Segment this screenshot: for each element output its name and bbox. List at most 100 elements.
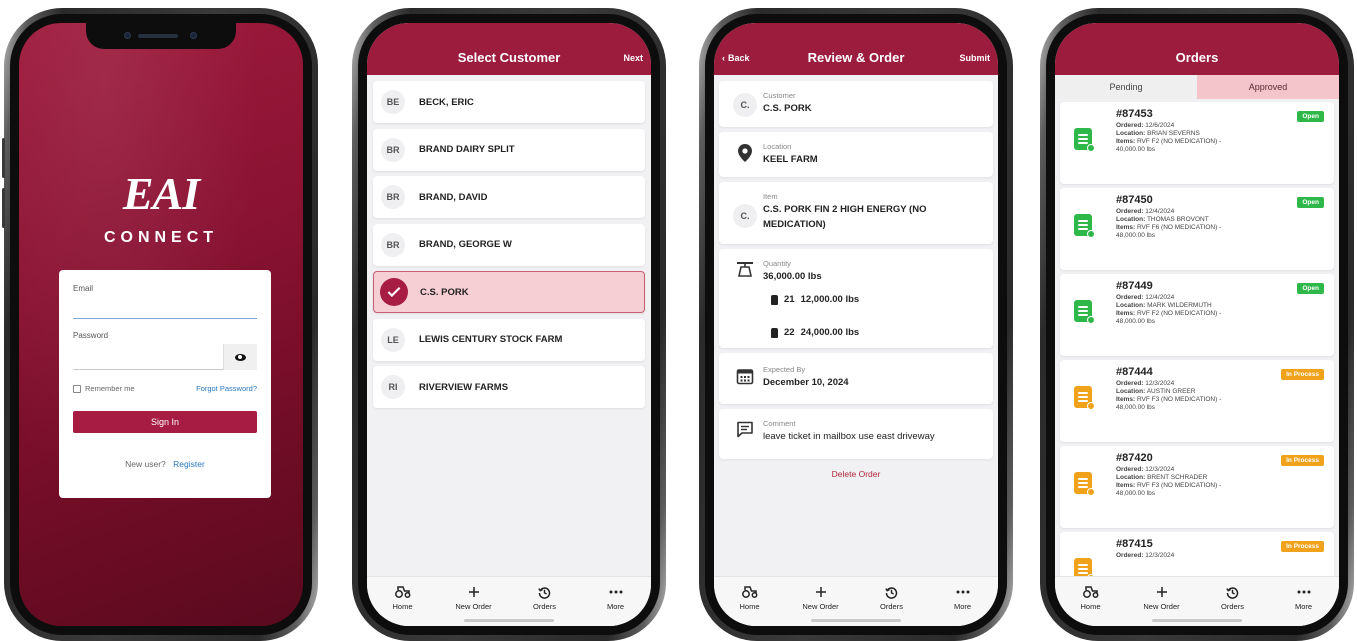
comment-card[interactable]: Comment leave ticket in mailbox use east…	[719, 409, 993, 459]
location-card[interactable]: Location KEEL FARM	[719, 132, 993, 178]
logo-text: EAI	[122, 168, 200, 219]
password-label: Password	[73, 331, 109, 340]
customer-row[interactable]: LE LEWIS CENTURY STOCK FARM	[373, 318, 645, 361]
order-items-key: Items:	[1116, 482, 1136, 490]
submit-button[interactable]: Submit	[960, 53, 991, 63]
nav-item-orders[interactable]: Orders	[1203, 585, 1263, 611]
logo-subtitle: CONNECT	[103, 229, 219, 246]
nav-item-orders[interactable]: Orders	[862, 585, 922, 611]
delete-order-button[interactable]: Delete Order	[719, 469, 993, 479]
order-date: Ordered: 12/4/2024	[1116, 294, 1326, 302]
nav-label: New Order	[1143, 602, 1180, 611]
phone-login: EAI CONNECT Email Password Remember me F…	[2, 8, 318, 641]
order-items-key: Items:	[1116, 396, 1136, 404]
email-field[interactable]	[73, 297, 257, 319]
tab-pending[interactable]: Pending	[1055, 75, 1197, 99]
customer-value: C.S. PORK	[763, 103, 812, 114]
nav-item-new-order[interactable]: New Order	[1132, 585, 1192, 611]
nav-label: New Order	[455, 602, 492, 611]
order-date-key: Ordered:	[1116, 466, 1144, 473]
order-location: Location: THOMAS BROVONT	[1116, 216, 1326, 224]
order-items-key: Items:	[1116, 310, 1136, 318]
customer-card[interactable]: C. Customer C.S. PORK	[719, 81, 993, 127]
select-customer-screen: Select Customer Next BE BECK, ERIC BR BRAND…	[367, 23, 651, 626]
plus-icon	[468, 585, 480, 599]
customer-row[interactable]: C.S. PORK	[373, 271, 645, 313]
nav-item-home[interactable]: Home	[1061, 585, 1121, 611]
nav-label: New Order	[802, 602, 839, 611]
expected-label: Expected By	[763, 365, 806, 374]
bin-row: 21 12,000.00 lbs	[771, 294, 859, 305]
nav-item-home[interactable]: Home	[373, 585, 433, 611]
nav-item-home[interactable]: Home	[720, 585, 780, 611]
sensor-icon	[190, 32, 197, 39]
remember-me[interactable]: Remember me	[73, 384, 135, 393]
customer-row[interactable]: BR BRAND DAIRY SPLIT	[373, 128, 645, 171]
order-location-value: BRENT SCHRADER	[1147, 474, 1208, 482]
register-link[interactable]: Register	[173, 459, 205, 469]
order-card[interactable]: Open #87453 Ordered: 12/6/2024 Location: BR…	[1060, 102, 1334, 184]
review-order-screen: ‹ Back Review & Order Submit C. Customer…	[714, 23, 998, 626]
item-card[interactable]: C. Item C.S. PORK FIN 2 HIGH ENERGY (NO …	[719, 182, 993, 244]
nav-item-new-order[interactable]: New Order	[791, 585, 851, 611]
bin-number: 22	[784, 327, 795, 338]
nav-label: Home	[1080, 602, 1101, 611]
nav-label: Orders	[1221, 602, 1244, 611]
customer-avatar: C.	[733, 93, 757, 117]
order-date: Ordered: 12/3/2024	[1116, 380, 1326, 388]
nav-item-more[interactable]: More	[586, 585, 646, 611]
page-title: Review & Order	[807, 50, 905, 65]
order-location-key: Location:	[1116, 302, 1146, 310]
order-card[interactable]: In Process #87420 Ordered: 12/3/2024 Locati…	[1060, 446, 1334, 528]
order-date: Ordered: 12/3/2024	[1116, 552, 1326, 560]
tab-approved[interactable]: Approved	[1197, 75, 1339, 99]
customer-name: RIVERVIEW FARMS	[419, 381, 509, 393]
plus-icon	[815, 585, 827, 599]
back-label: Back	[728, 53, 750, 63]
password-row	[73, 344, 257, 370]
more-icon	[609, 585, 623, 599]
back-button[interactable]: ‹ Back	[722, 53, 750, 63]
sign-in-button[interactable]: Sign In	[73, 411, 257, 433]
bin-icon	[771, 294, 778, 305]
nav-item-orders[interactable]: Orders	[515, 585, 575, 611]
order-card[interactable]: In Process #87444 Ordered: 12/3/2024 Locati…	[1060, 360, 1334, 442]
order-card[interactable]: Open #87450 Ordered: 12/4/2024 Location: TH…	[1060, 188, 1334, 270]
order-date-key: Ordered:	[1116, 294, 1144, 301]
nav-item-more[interactable]: More	[1274, 585, 1334, 611]
order-number: #87449	[1116, 280, 1153, 292]
customer-avatar: BR	[381, 232, 405, 257]
tractor-icon	[741, 585, 758, 599]
customer-name: BRAND DAIRY SPLIT	[419, 144, 515, 155]
history-icon	[1226, 585, 1239, 599]
nav-label: Home	[392, 602, 413, 611]
expected-by-card[interactable]: Expected By December 10, 2024	[719, 353, 993, 405]
forgot-password-link[interactable]: Forgot Password?	[196, 384, 257, 393]
order-location-value: THOMAS BROVONT	[1146, 216, 1209, 224]
nav-item-more[interactable]: More	[933, 585, 993, 611]
app-header: Orders	[1055, 23, 1339, 75]
order-location: Location: AUSTIN GREER	[1116, 388, 1326, 396]
order-date: Ordered: 12/4/2024	[1116, 208, 1326, 216]
comment-icon	[737, 421, 753, 438]
orders-list: Open #87453 Ordered: 12/6/2024 Location: BR…	[1060, 102, 1334, 618]
customer-row[interactable]: RI RIVERVIEW FARMS	[373, 366, 645, 408]
order-items: Items: RVF F3 (NO MEDICATION) - 48,000.0…	[1116, 482, 1246, 498]
more-icon	[1297, 585, 1311, 599]
customer-row[interactable]: BR BRAND, GEORGE W	[373, 223, 645, 266]
customer-row[interactable]: BE BECK, ERIC	[373, 81, 645, 123]
camera-icon	[124, 32, 131, 39]
nav-item-new-order[interactable]: New Order	[444, 585, 504, 611]
order-document-icon	[1074, 472, 1095, 496]
next-button[interactable]: Next	[623, 53, 643, 63]
comment-value: leave ticket in mailbox use east drivewa…	[763, 431, 935, 443]
quantity-card[interactable]: Quantity 36,000.00 lbs 21 12,000.00 lbs …	[719, 248, 993, 348]
remember-checkbox[interactable]	[73, 384, 81, 393]
order-date-value: 12/4/2024	[1145, 208, 1175, 215]
nav-label: More	[1294, 602, 1313, 611]
order-location: Location: BRENT SCHRADER	[1116, 474, 1326, 482]
show-password-button[interactable]	[223, 344, 257, 370]
orders-screen: Orders Pending Approved Open #87453 Ordere…	[1055, 23, 1339, 626]
order-card[interactable]: Open #87449 Ordered: 12/4/2024 Location: MA…	[1060, 274, 1334, 356]
customer-row[interactable]: BR BRAND, DAVID	[373, 176, 645, 218]
